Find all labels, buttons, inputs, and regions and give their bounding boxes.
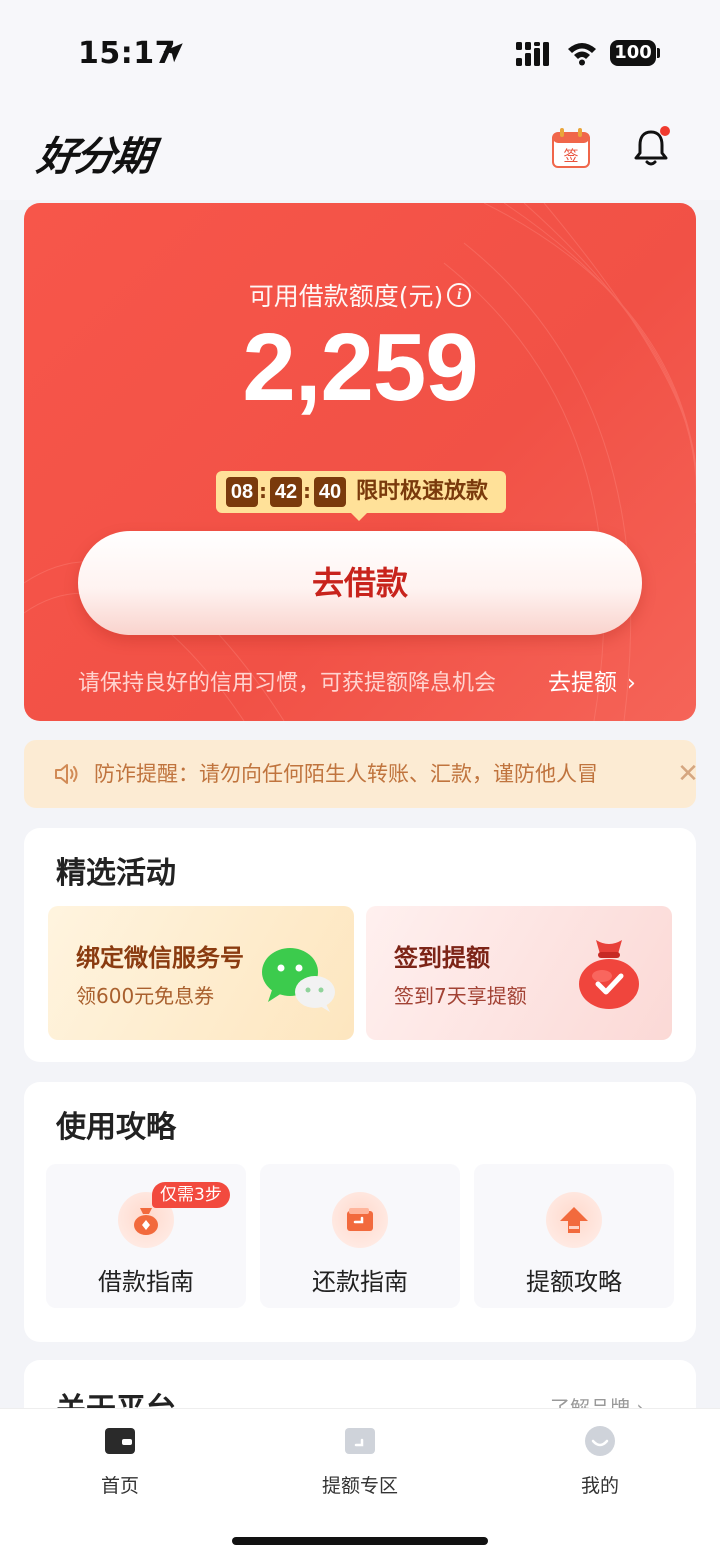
tab-label: 我的 bbox=[580, 1475, 619, 1497]
countdown-hours: 08 bbox=[226, 477, 258, 507]
app-header: 好分期 签 bbox=[0, 100, 720, 200]
fraud-notice-text: 防诈提醒：请勿向任何陌生人转账、汇款，谨防他人冒 bbox=[94, 762, 598, 786]
checkin-calendar-icon[interactable]: 签 bbox=[552, 128, 590, 168]
checkin-badge-text: 签 bbox=[563, 147, 578, 165]
battery-cap bbox=[657, 48, 660, 58]
info-icon[interactable]: i bbox=[447, 283, 472, 307]
activity-card-wechat[interactable]: 绑定微信服务号 领600元免息券 bbox=[48, 906, 354, 1040]
tab-label: 提额专区 bbox=[321, 1475, 398, 1497]
countdown-separator: : bbox=[303, 479, 311, 503]
guide-label: 借款指南 bbox=[98, 1268, 194, 1296]
activity-card-checkin[interactable]: 签到提额 签到7天享提额 bbox=[366, 906, 672, 1040]
wifi-icon bbox=[568, 43, 596, 66]
chevron-right-icon: › bbox=[627, 671, 636, 696]
guide-card-repay[interactable]: 还款指南 bbox=[260, 1164, 460, 1308]
credit-limit-label: 可用借款额度(元) i bbox=[24, 277, 696, 313]
battery-level: 100 bbox=[610, 40, 656, 66]
raise-limit-label: 去提额 bbox=[548, 670, 617, 696]
notification-bell-icon[interactable] bbox=[632, 126, 670, 168]
location-arrow-icon bbox=[163, 43, 183, 63]
money-bag-icon bbox=[579, 940, 639, 1009]
credit-tip: 请保持良好的信用习惯，可获提额降息机会 bbox=[78, 671, 497, 696]
tab-raise-limit[interactable]: 提额专区 bbox=[280, 1423, 440, 1503]
raise-limit-link[interactable]: 去提额 › bbox=[548, 663, 636, 697]
status-bar: 15:17 100 bbox=[0, 0, 720, 100]
fraud-notice-banner: 防诈提醒：请勿向任何陌生人转账、汇款，谨防他人冒 ✕ bbox=[24, 740, 696, 808]
tab-label: 首页 bbox=[100, 1475, 139, 1497]
countdown-banner: 08 : 42 : 40 限时极速放款 bbox=[216, 471, 506, 521]
activity-subtitle: 领600元免息券 bbox=[76, 984, 215, 1008]
guide-label: 提额攻略 bbox=[526, 1268, 622, 1296]
battery-indicator: 100 bbox=[610, 40, 660, 66]
borrow-button[interactable]: 去借款 bbox=[78, 531, 642, 635]
speaker-icon bbox=[55, 764, 78, 784]
credit-limit-label-text: 可用借款额度(元) bbox=[248, 282, 444, 311]
tab-mine[interactable]: 我的 bbox=[520, 1423, 680, 1503]
guide-card-raise[interactable]: 提额攻略 bbox=[474, 1164, 674, 1308]
section-title: 使用攻略 bbox=[56, 1110, 176, 1145]
guide-card-borrow[interactable]: 仅需3步 借款指南 bbox=[46, 1164, 246, 1308]
card-icon bbox=[345, 1428, 375, 1454]
cellular-signal-icon bbox=[516, 42, 549, 66]
featured-activities-section: 精选活动 绑定微信服务号 领600元免息券 签到提额 签到7天享提额 bbox=[24, 828, 696, 1062]
activity-title: 签到提额 bbox=[394, 944, 490, 972]
wallet-icon bbox=[332, 1192, 388, 1248]
bottom-tab-bar: 首页 提额专区 我的 bbox=[0, 1408, 720, 1560]
usage-guides-section: 使用攻略 仅需3步 借款指南 还款指南 提额攻略 bbox=[24, 1082, 696, 1342]
close-icon[interactable]: ✕ bbox=[676, 740, 696, 808]
app-logo: 好分期 bbox=[34, 134, 155, 180]
home-indicator[interactable] bbox=[232, 1537, 488, 1545]
steps-badge: 仅需3步 bbox=[152, 1182, 230, 1208]
tab-home[interactable]: 首页 bbox=[40, 1423, 200, 1503]
arrow-up-icon bbox=[546, 1192, 602, 1248]
wallet-icon bbox=[105, 1428, 135, 1454]
credit-limit-amount: 2,259 bbox=[242, 314, 478, 421]
countdown-minutes: 42 bbox=[270, 477, 302, 507]
section-title: 精选活动 bbox=[56, 856, 176, 891]
countdown-text: 限时极速放款 bbox=[356, 479, 489, 504]
countdown-seconds: 40 bbox=[314, 477, 346, 507]
countdown-separator: : bbox=[259, 479, 267, 503]
credit-card: 可用借款额度(元) i 2,259 08 : 42 : 40 限时极速放款 去借款… bbox=[24, 203, 696, 721]
profile-icon bbox=[585, 1426, 615, 1456]
activity-subtitle: 签到7天享提额 bbox=[394, 984, 527, 1008]
guide-label: 还款指南 bbox=[312, 1268, 408, 1296]
activity-title: 绑定微信服务号 bbox=[76, 944, 244, 972]
wechat-icon bbox=[262, 948, 335, 1012]
